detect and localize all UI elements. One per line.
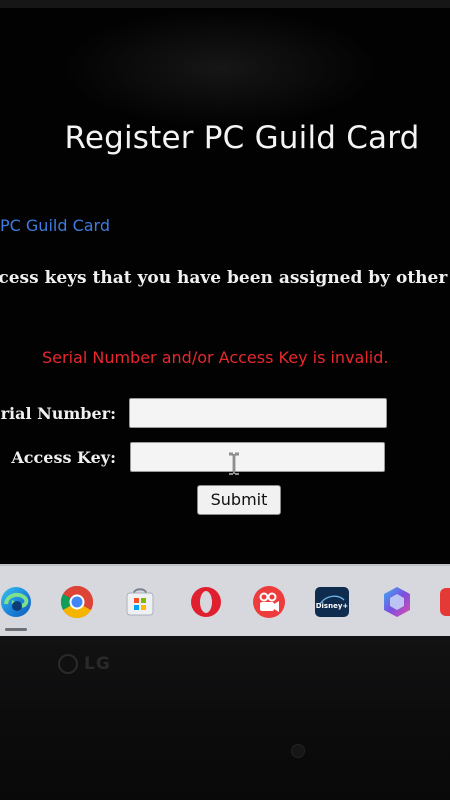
text-cursor-icon xyxy=(226,452,242,476)
monitor-brand-text: LG xyxy=(84,654,111,674)
red-app-icon[interactable] xyxy=(438,584,450,620)
chrome-icon[interactable] xyxy=(59,584,95,620)
monitor-screen: Register PC Guild Card PC Guild Card cce… xyxy=(0,8,450,564)
serial-number-row: rial Number: xyxy=(0,398,450,430)
disney-plus-icon[interactable]: Disney+ xyxy=(314,584,350,620)
edge-icon[interactable] xyxy=(0,584,34,620)
lg-logo-icon xyxy=(58,654,78,674)
active-app-indicator xyxy=(5,628,27,631)
photo-frame: Register PC Guild Card PC Guild Card cce… xyxy=(0,0,450,800)
screen-glare xyxy=(60,8,380,128)
serial-number-input[interactable] xyxy=(129,398,387,428)
access-key-row: Access Key: xyxy=(0,442,450,474)
serial-number-label: rial Number: xyxy=(0,404,116,423)
error-message: Serial Number and/or Access Key is inval… xyxy=(42,348,389,367)
access-key-label: Access Key: xyxy=(11,448,116,467)
monitor-brand-logo: LG xyxy=(58,654,111,674)
guild-card-link[interactable]: PC Guild Card xyxy=(0,216,110,235)
copilot-icon[interactable] xyxy=(379,584,415,620)
power-indicator xyxy=(291,744,305,758)
taskbar: Disney+ xyxy=(0,564,450,638)
instructions-text: ccess keys that you have been assigned b… xyxy=(0,268,448,288)
access-key-input[interactable] xyxy=(130,442,385,472)
submit-button[interactable]: Submit xyxy=(197,485,281,515)
opera-icon[interactable] xyxy=(188,584,224,620)
microsoft-store-icon[interactable] xyxy=(122,584,158,620)
svg-text:Disney+: Disney+ xyxy=(316,602,349,610)
page-title: Register PC Guild Card xyxy=(64,120,420,156)
video-app-icon[interactable] xyxy=(251,584,287,620)
